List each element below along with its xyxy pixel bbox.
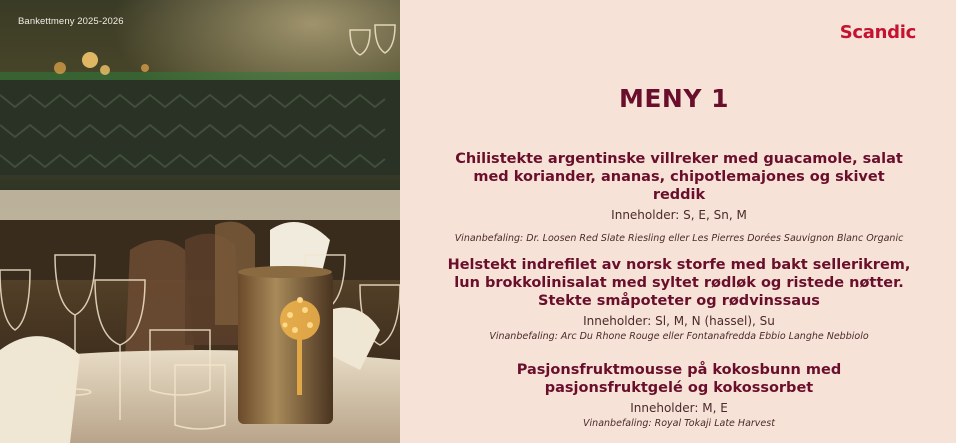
dish-name: Pasjonsfruktmousse på kokosbunn med pasj… — [516, 362, 842, 396]
course-dessert: Pasjonsfruktmousse på kokosbunn med pasj… — [430, 361, 928, 429]
wine-recommendation: Vinanbefaling: Arc Du Rhone Rouge eller … — [489, 331, 869, 342]
wine-recommendation: Vinanbefaling: Dr. Loosen Red Slate Ries… — [454, 233, 904, 244]
course-main: Helstekt indrefilet av norsk storfe med … — [430, 256, 928, 342]
allergen-info: Inneholder: S, E, Sn, M — [611, 208, 747, 222]
allergen-info: Inneholder: M, E — [630, 401, 728, 415]
dish-name: Helstekt indrefilet av norsk storfe med … — [447, 257, 911, 309]
wine-recommendation: Vinanbefaling: Royal Tokaji Late Harvest — [583, 418, 775, 429]
dish-name: Chilistekte argentinske villreker med gu… — [455, 151, 903, 203]
photo-caption: Bankettmeny 2025-2026 — [18, 16, 124, 27]
banquet-photo: Bankettmeny 2025-2026 — [0, 0, 400, 443]
course-starter: Chilistekte argentinske villreker med gu… — [430, 150, 928, 244]
menu-title: MENY 1 — [618, 84, 730, 113]
scandic-logo: Scandic — [839, 22, 917, 43]
restaurant-table-image — [0, 0, 400, 443]
allergen-info: Inneholder: Sl, M, N (hassel), Su — [583, 314, 775, 328]
menu-panel: Scandic MENY 1 Chilistekte argentinske v… — [400, 0, 956, 443]
